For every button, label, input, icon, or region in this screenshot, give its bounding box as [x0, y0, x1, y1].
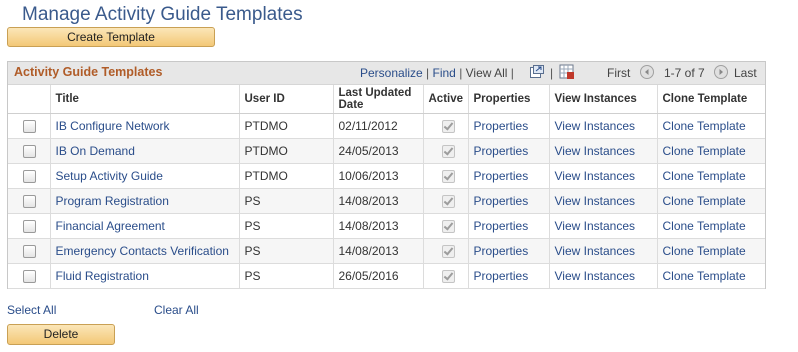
row-select-checkbox[interactable] — [23, 245, 36, 259]
row-select-checkbox[interactable] — [23, 145, 36, 159]
table-row: Emergency Contacts Verification PS 14/08… — [8, 238, 765, 264]
view-instances-link[interactable]: View Instances — [549, 188, 658, 214]
clone-template-link[interactable]: Clone Template — [657, 238, 765, 264]
next-arrow-icon[interactable] — [714, 65, 728, 84]
column-title: Title — [50, 85, 240, 114]
properties-link[interactable]: Properties — [468, 213, 550, 239]
separator: | — [550, 66, 554, 80]
column-clone-template: Clone Template — [657, 85, 765, 114]
view-instances-link[interactable]: View Instances — [549, 113, 658, 139]
view-instances-link[interactable]: View Instances — [549, 163, 658, 189]
previous-arrow-icon[interactable] — [640, 65, 654, 84]
clone-template-link[interactable]: Clone Template — [657, 113, 765, 139]
clone-template-link[interactable]: Clone Template — [657, 138, 765, 164]
clone-template-link[interactable]: Clone Template — [657, 163, 765, 189]
view-all-link[interactable]: View All — [466, 66, 508, 80]
properties-link[interactable]: Properties — [468, 263, 550, 289]
table-row: Fluid Registration PS 26/05/2016 Propert… — [8, 263, 765, 289]
last-link[interactable]: Last — [734, 66, 757, 80]
active-checkbox — [441, 120, 455, 134]
user-id: PS — [239, 188, 334, 214]
user-id: PS — [239, 238, 334, 264]
column-select — [8, 85, 51, 114]
select-all-link[interactable]: Select All — [7, 303, 56, 317]
table-row: Financial Agreement PS 14/08/2013 Proper… — [8, 213, 765, 239]
column-user-id: User ID — [239, 85, 334, 114]
column-last-updated-date: Last Updated Date — [333, 85, 424, 114]
view-instances-link[interactable]: View Instances — [549, 263, 658, 289]
view-instances-link[interactable]: View Instances — [549, 238, 658, 264]
active-checkbox — [441, 270, 455, 284]
new-window-icon[interactable] — [530, 65, 544, 83]
table-row: IB On Demand PTDMO 24/05/2013 Properties… — [8, 138, 765, 164]
row-select-checkbox[interactable] — [23, 120, 36, 134]
row-range: 1-7 of 7 — [664, 66, 705, 80]
delete-button[interactable]: Delete — [7, 324, 115, 345]
template-title-link[interactable]: IB Configure Network — [50, 113, 240, 139]
active-checkbox — [441, 245, 455, 259]
personalize-link[interactable]: Personalize — [360, 66, 423, 80]
separator: | — [510, 66, 514, 80]
find-link[interactable]: Find — [433, 66, 456, 80]
user-id: PS — [239, 263, 334, 289]
page-title: Manage Activity Guide Templates — [22, 4, 303, 25]
properties-link[interactable]: Properties — [468, 113, 550, 139]
properties-link[interactable]: Properties — [468, 238, 550, 264]
last-updated-date: 10/06/2013 — [333, 163, 424, 189]
active-checkbox — [441, 220, 455, 234]
active-checkbox — [441, 170, 455, 184]
clone-template-link[interactable]: Clone Template — [657, 188, 765, 214]
row-select-checkbox[interactable] — [23, 170, 36, 184]
first-link[interactable]: First — [607, 66, 630, 80]
activity-guide-templates-grid: Activity Guide Templates Personalize | F… — [7, 61, 766, 289]
column-active: Active — [423, 85, 469, 114]
template-title-link[interactable]: Setup Activity Guide — [50, 163, 240, 189]
template-title-link[interactable]: Program Registration — [50, 188, 240, 214]
properties-link[interactable]: Properties — [468, 138, 550, 164]
last-updated-date: 26/05/2016 — [333, 263, 424, 289]
row-select-checkbox[interactable] — [23, 220, 36, 234]
last-updated-date: 14/08/2013 — [333, 238, 424, 264]
view-instances-link[interactable]: View Instances — [549, 138, 658, 164]
template-title-link[interactable]: Fluid Registration — [50, 263, 240, 289]
last-updated-date: 02/11/2012 — [333, 113, 424, 139]
template-title-link[interactable]: Emergency Contacts Verification — [50, 238, 240, 264]
properties-link[interactable]: Properties — [468, 188, 550, 214]
template-title-link[interactable]: Financial Agreement — [50, 213, 240, 239]
grid-title: Activity Guide Templates — [14, 65, 163, 79]
table-row: Setup Activity Guide PTDMO 10/06/2013 Pr… — [8, 163, 765, 189]
user-id: PTDMO — [239, 163, 334, 189]
table-row: IB Configure Network PTDMO 02/11/2012 Pr… — [8, 113, 765, 139]
last-updated-date: 14/08/2013 — [333, 188, 424, 214]
clone-template-link[interactable]: Clone Template — [657, 213, 765, 239]
row-select-checkbox[interactable] — [23, 195, 36, 209]
column-view-instances: View Instances — [549, 85, 658, 114]
row-select-checkbox[interactable] — [23, 270, 36, 284]
download-excel-icon[interactable] — [559, 64, 575, 85]
user-id: PS — [239, 213, 334, 239]
table-header-row: Title User ID Last Updated Date Active P… — [8, 85, 765, 114]
template-title-link[interactable]: IB On Demand — [50, 138, 240, 164]
clear-all-link[interactable]: Clear All — [154, 303, 199, 317]
last-updated-date: 14/08/2013 — [333, 213, 424, 239]
properties-link[interactable]: Properties — [468, 163, 550, 189]
column-properties: Properties — [468, 85, 550, 114]
view-instances-link[interactable]: View Instances — [549, 213, 658, 239]
create-template-button[interactable]: Create Template — [7, 27, 215, 47]
user-id: PTDMO — [239, 113, 334, 139]
active-checkbox — [441, 195, 455, 209]
last-updated-date: 24/05/2013 — [333, 138, 424, 164]
user-id: PTDMO — [239, 138, 334, 164]
grid-header: Activity Guide Templates Personalize | F… — [8, 62, 765, 85]
clone-template-link[interactable]: Clone Template — [657, 263, 765, 289]
templates-table: Title User ID Last Updated Date Active P… — [8, 85, 765, 289]
table-row: Program Registration PS 14/08/2013 Prope… — [8, 188, 765, 214]
active-checkbox — [441, 145, 455, 159]
